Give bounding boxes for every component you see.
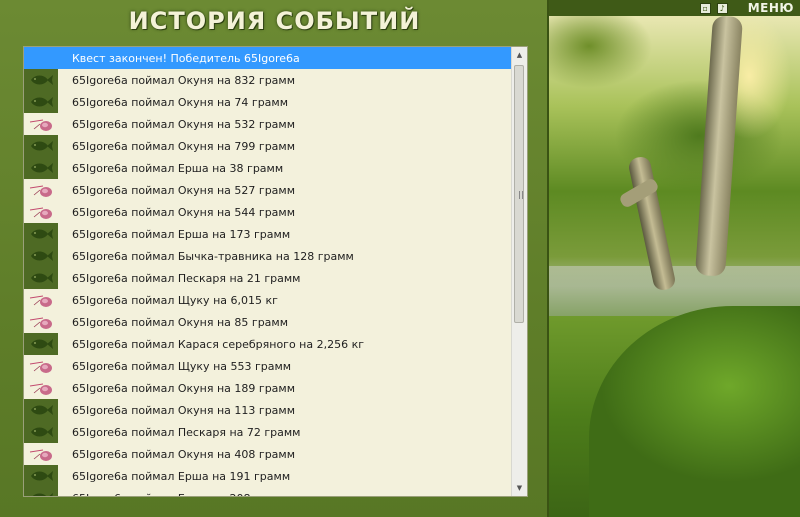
event-text: 65Igore6a поймал Окуня на 832 грамм (72, 73, 296, 87)
event-text: 65Igore6a поймал Ерша на 173 грамм (72, 227, 291, 241)
event-row[interactable]: 65Igore6a поймал Щуку на 6,015 кг (24, 289, 512, 311)
scrollbar[interactable]: ▲ ▼ (511, 47, 527, 496)
grass-bank (589, 306, 800, 517)
lure-icon (24, 201, 58, 223)
event-row[interactable]: 65Igore6a поймал Пескаря на 72 грамм (24, 421, 512, 443)
lure-icon (24, 311, 58, 333)
fish-icon (24, 91, 58, 113)
event-row[interactable]: 65Igore6a поймал Пескаря на 21 грамм (24, 267, 512, 289)
event-text: 65Igore6a поймал Щуку на 6,015 кг (72, 293, 278, 307)
event-text: 65Igore6a поймал Окуня на 799 грамм (72, 139, 296, 153)
event-text: 65Igore6a поймал Окуня на 527 грамм (72, 183, 296, 197)
grip-icon (519, 191, 523, 199)
event-text: Квест закончен! Победитель 65Igore6a (72, 51, 300, 65)
background-scene (549, 16, 800, 517)
event-row[interactable]: 65Igore6a поймал Окуня на 113 грамм (24, 399, 512, 421)
scroll-down-icon[interactable]: ▼ (512, 480, 527, 496)
fish-icon (24, 465, 58, 487)
lure-icon (24, 289, 58, 311)
fish-icon (24, 223, 58, 245)
fish-icon (24, 399, 58, 421)
event-row[interactable]: 65Igore6a поймал Ерша на 208 грамм (24, 487, 512, 497)
event-rows: Квест закончен! Победитель 65Igore6a 65Ig… (24, 47, 512, 497)
lure-icon (24, 377, 58, 399)
event-text: 65Igore6a поймал Пескаря на 21 грамм (72, 271, 301, 285)
event-row[interactable]: 65Igore6a поймал Окуня на 85 грамм (24, 311, 512, 333)
event-text: 65Igore6a поймал Окуня на 85 грамм (72, 315, 289, 329)
event-text: 65Igore6a поймал Окуня на 74 грамм (72, 95, 289, 109)
event-list[interactable]: Квест закончен! Победитель 65Igore6a 65Ig… (23, 46, 528, 497)
event-row[interactable]: 65Igore6a поймал Ерша на 173 грамм (24, 223, 512, 245)
fish-icon (24, 69, 58, 91)
event-text: 65Igore6a поймал Ерша на 191 грамм (72, 469, 291, 483)
event-text: 65Igore6a поймал Окуня на 532 грамм (72, 117, 296, 131)
event-text: 65Igore6a поймал Пескаря на 72 грамм (72, 425, 301, 439)
scroll-thumb[interactable] (514, 65, 524, 323)
fish-icon (24, 267, 58, 289)
event-row[interactable]: 65Igore6a поймал Окуня на 408 грамм (24, 443, 512, 465)
fish-icon (24, 135, 58, 157)
lure-icon (24, 113, 58, 135)
lure-icon (24, 179, 58, 201)
event-row[interactable]: 65Igore6a поймал Окуня на 832 грамм (24, 69, 512, 91)
event-text: 65Igore6a поймал Окуня на 408 грамм (72, 447, 296, 461)
event-row[interactable]: 65Igore6a поймал Окуня на 532 грамм (24, 113, 512, 135)
event-row[interactable]: 65Igore6a поймал Ерша на 191 грамм (24, 465, 512, 487)
event-row[interactable]: 65Igore6a поймал Щуку на 553 грамм (24, 355, 512, 377)
blank-icon (24, 47, 58, 69)
sound-icon[interactable]: ♪ (716, 2, 728, 14)
event-row[interactable]: 65Igore6a поймал Окуня на 189 грамм (24, 377, 512, 399)
event-row[interactable]: 65Igore6a поймал Окуня на 799 грамм (24, 135, 512, 157)
event-row[interactable]: 65Igore6a поймал Карася серебряного на 2… (24, 333, 512, 355)
event-row[interactable]: 65Igore6a поймал Бычка-травника на 128 г… (24, 245, 512, 267)
event-row[interactable]: 65Igore6a поймал Окуня на 527 грамм (24, 179, 512, 201)
tree-trunk (694, 16, 744, 277)
event-text: 65Igore6a поймал Карася серебряного на 2… (72, 337, 365, 351)
lure-icon (24, 443, 58, 465)
fish-icon (24, 333, 58, 355)
event-text: 65Igore6a поймал Окуня на 113 грамм (72, 403, 296, 417)
event-text: 65Igore6a поймал Ерша на 208 грамм (72, 492, 290, 497)
fish-icon (24, 245, 58, 267)
scroll-up-icon[interactable]: ▲ (512, 47, 527, 63)
event-text: 65Igore6a поймал Ерша на 38 грамм (72, 161, 284, 175)
fish-icon (24, 421, 58, 443)
menu-button[interactable]: МЕНЮ (748, 1, 794, 15)
event-text: 65Igore6a поймал Щуку на 553 грамм (72, 359, 292, 373)
event-row[interactable]: 65Igore6a поймал Окуня на 74 грамм (24, 91, 512, 113)
event-row[interactable]: Квест закончен! Победитель 65Igore6a (24, 47, 512, 69)
event-text: 65Igore6a поймал Окуня на 189 грамм (72, 381, 296, 395)
lure-icon (24, 355, 58, 377)
fish-icon (24, 487, 58, 496)
fullscreen-icon[interactable]: ▫ (699, 2, 711, 14)
event-text: 65Igore6a поймал Окуня на 544 грамм (72, 205, 296, 219)
event-history-panel: ИСТОРИЯ СОБЫТИЙ Квест закончен! Победите… (0, 0, 549, 517)
panel-title: ИСТОРИЯ СОБЫТИЙ (128, 7, 421, 35)
event-row[interactable]: 65Igore6a поймал Окуня на 544 грамм (24, 201, 512, 223)
top-controls: ▫ ♪ МЕНЮ (699, 0, 794, 16)
event-text: 65Igore6a поймал Бычка-травника на 128 г… (72, 249, 354, 263)
fish-icon (24, 157, 58, 179)
event-row[interactable]: 65Igore6a поймал Ерша на 38 грамм (24, 157, 512, 179)
